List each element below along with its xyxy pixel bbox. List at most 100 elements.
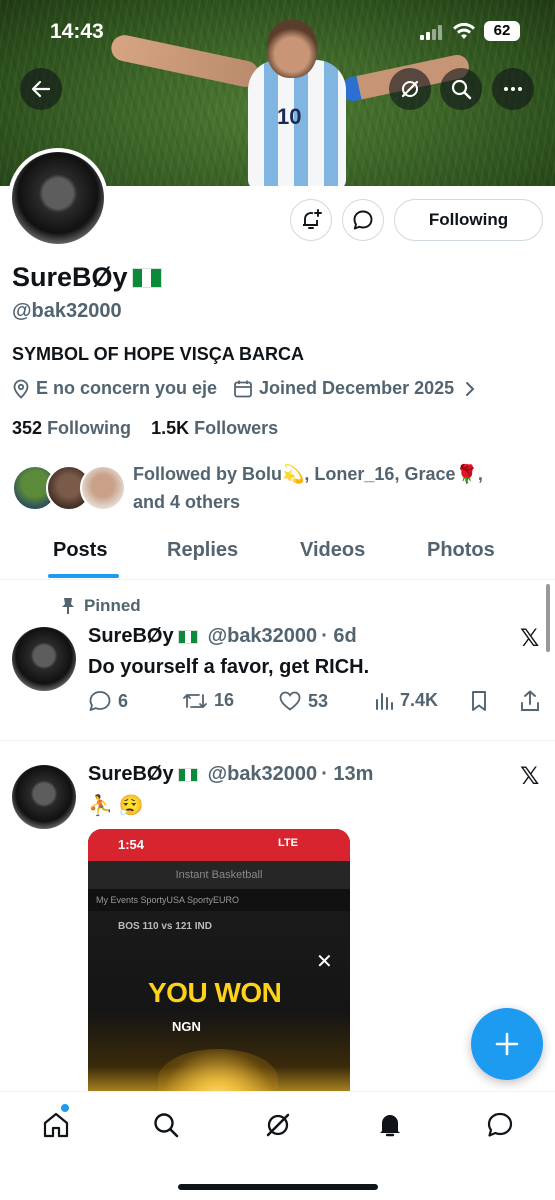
followed-by-text[interactable]: Followed by Bolu💫, Loner_16, Grace🌹, and… <box>133 460 533 516</box>
search-button[interactable] <box>440 68 482 110</box>
follower-avatar <box>80 465 126 511</box>
nigeria-flag-icon <box>131 267 162 288</box>
nav-search[interactable] <box>149 1108 183 1142</box>
more-button[interactable] <box>492 68 534 110</box>
nigeria-flag-icon <box>177 629 198 644</box>
notification-dot <box>61 1104 69 1112</box>
media-amount: NGN <box>172 1019 201 1034</box>
nav-home[interactable] <box>39 1104 73 1142</box>
message-button[interactable] <box>342 199 384 241</box>
following-button[interactable]: Following <box>394 199 543 241</box>
repost-count: 16 <box>214 690 235 710</box>
jersey-number: 10 <box>277 104 302 129</box>
profile-tabs: Posts Replies Videos Photos <box>0 528 555 580</box>
notification-bell-plus-icon <box>303 209 322 229</box>
plus-icon <box>495 1032 519 1056</box>
post-time: · 13m <box>321 763 374 785</box>
search-icon <box>154 1113 179 1138</box>
calendar-icon <box>234 380 252 397</box>
repost-icon <box>183 693 207 708</box>
status-bar: 14:43 62 <box>0 0 555 60</box>
tab-photos[interactable]: Photos <box>427 539 495 562</box>
heart-icon <box>279 691 301 711</box>
profile-avatar[interactable] <box>8 148 108 248</box>
media-status-bar: 1:54 LTE <box>88 829 350 861</box>
tab-posts[interactable]: Posts <box>53 539 107 562</box>
post-avatar[interactable] <box>12 765 76 829</box>
scrollbar[interactable] <box>546 584 550 652</box>
nav-notifications[interactable] <box>373 1108 407 1142</box>
status-time: 14:43 <box>50 20 104 43</box>
avatar-image <box>12 152 104 244</box>
media-time: 1:54 <box>118 837 145 852</box>
compose-button[interactable] <box>471 1008 543 1080</box>
reply-icon <box>89 691 111 711</box>
pin-icon <box>62 598 74 614</box>
grok-icon <box>401 80 419 98</box>
media-tabs: My Events SportyUSA SportyEURO <box>96 895 240 905</box>
nav-grok[interactable] <box>261 1108 295 1142</box>
followers-count-link[interactable]: 1.5K Followers <box>151 418 278 438</box>
signal-icon <box>420 24 446 40</box>
media-score: BOS 110 vs 121 IND <box>118 921 212 932</box>
tab-videos[interactable]: Videos <box>300 539 365 562</box>
battery-level: 62 <box>484 21 520 41</box>
post-header: SureBØy @bak32000 · 6d <box>88 625 357 648</box>
more-icon <box>504 87 522 91</box>
bookmark-icon <box>472 691 486 711</box>
reply-button[interactable]: 6 <box>88 690 128 712</box>
message-icon <box>487 1112 513 1137</box>
post-author-name[interactable]: SureBØy <box>88 625 174 648</box>
search-icon <box>451 79 472 100</box>
profile-location: E no concern you eje <box>36 378 218 398</box>
share-icon <box>521 690 539 711</box>
chevron-right-icon[interactable] <box>464 381 476 397</box>
views-icon <box>376 692 393 710</box>
wifi-icon <box>453 22 475 39</box>
x-logo-icon: 𝕏 <box>520 763 540 790</box>
follow-counts: 352 Following 1.5K Followers <box>12 418 278 439</box>
post-text: ⛹️ 😮‍💨 <box>88 795 144 817</box>
share-button[interactable] <box>520 690 540 712</box>
post-actions: 6 16 53 7.4K <box>88 690 548 718</box>
bookmark-button[interactable] <box>470 690 488 712</box>
post-text: Do yourself a favor, get RICH. <box>88 656 370 678</box>
profile-joined: Joined December 2025 <box>259 378 455 398</box>
post-author-handle[interactable]: @bak32000 <box>208 763 318 786</box>
media-trophy-glow <box>158 1049 278 1094</box>
media-headline: YOU WON <box>148 977 282 1008</box>
post-header: SureBØy @bak32000 · 13m <box>88 763 373 786</box>
media-network: LTE <box>278 837 298 849</box>
reply-count: 6 <box>118 690 129 711</box>
post-avatar[interactable] <box>12 627 76 691</box>
post-divider <box>0 740 555 741</box>
media-close: ✕ <box>316 951 333 973</box>
pinned-text: Pinned <box>84 596 141 615</box>
profile-name-text: SureBØy <box>12 262 128 292</box>
post-time: · 6d <box>321 625 357 647</box>
back-button[interactable] <box>20 68 62 110</box>
view-count: 7.4K <box>400 690 439 710</box>
profile-meta: E no concern you eje Joined December 202… <box>12 378 476 399</box>
location-pin-icon <box>13 379 29 399</box>
tab-replies[interactable]: Replies <box>167 539 238 562</box>
notify-button[interactable] <box>290 199 332 241</box>
pinned-label: Pinned <box>60 596 141 616</box>
nav-messages[interactable] <box>483 1108 517 1142</box>
home-indicator[interactable] <box>178 1184 378 1190</box>
grok-button[interactable] <box>389 68 431 110</box>
views-button[interactable]: 7.4K <box>374 690 438 711</box>
repost-button[interactable]: 16 <box>182 690 234 711</box>
followed-by-avatars[interactable] <box>12 465 126 513</box>
profile-bio: SYMBOL OF HOPE VISÇA BARCA <box>12 344 305 364</box>
bell-icon <box>380 1115 400 1137</box>
like-count: 53 <box>308 690 329 711</box>
following-count-link[interactable]: 352 Following <box>12 418 131 438</box>
message-icon <box>353 210 373 230</box>
like-button[interactable]: 53 <box>278 690 328 712</box>
post-author-handle[interactable]: @bak32000 <box>208 625 318 648</box>
post-author-name[interactable]: SureBØy <box>88 763 174 786</box>
post-media-image[interactable]: 1:54 LTE Instant Basketball My Events Sp… <box>88 829 350 1094</box>
profile-name: SureBØy <box>12 262 162 293</box>
home-icon <box>43 1112 69 1138</box>
